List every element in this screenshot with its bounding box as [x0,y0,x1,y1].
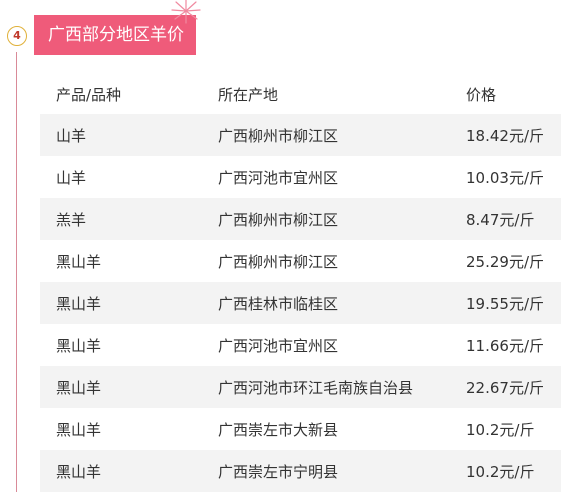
cell-price: 18.42元/斤 [466,126,544,145]
price-table: 产品/品种 所在产地 价格 山羊 广西柳州市柳江区 18.42元/斤 山羊 广西… [40,74,561,492]
table-row: 黑山羊 广西河池市环江毛南族自治县 22.67元/斤 [40,366,561,408]
table-row: 黑山羊 广西桂林市临桂区 19.55元/斤 [40,282,561,324]
cell-origin: 广西桂林市临桂区 [218,294,339,313]
cell-origin: 广西柳州市柳江区 [218,252,339,271]
sparkle-decoration-icon [171,0,201,24]
table-row: 黑山羊 广西柳州市柳江区 25.29元/斤 [40,240,561,282]
header-product: 产品/品种 [56,85,122,104]
cell-product: 山羊 [56,126,87,145]
cell-origin: 广西崇左市宁明县 [218,462,339,481]
cell-product: 黑山羊 [56,252,102,271]
cell-product: 黑山羊 [56,378,102,397]
cell-origin: 广西河池市宜州区 [218,168,339,187]
cell-origin: 广西柳州市柳江区 [218,126,339,145]
table-row: 羔羊 广西柳州市柳江区 8.47元/斤 [40,198,561,240]
cell-price: 8.47元/斤 [466,210,535,229]
cell-origin: 广西崇左市大新县 [218,420,339,439]
header-origin: 所在产地 [218,85,279,104]
cell-price: 22.67元/斤 [466,378,544,397]
cell-product: 黑山羊 [56,294,102,313]
cell-origin: 广西河池市环江毛南族自治县 [218,378,414,397]
cell-price: 19.55元/斤 [466,294,544,313]
header-price: 价格 [466,85,497,104]
step-number-badge: 4 [7,26,27,46]
cell-price: 25.29元/斤 [466,252,544,271]
cell-product: 黑山羊 [56,336,102,355]
cell-origin: 广西柳州市柳江区 [218,210,339,229]
table-row: 山羊 广西柳州市柳江区 18.42元/斤 [40,114,561,156]
cell-price: 10.2元/斤 [466,420,535,439]
timeline-line [16,52,17,492]
cell-origin: 广西河池市宜州区 [218,336,339,355]
cell-product: 黑山羊 [56,462,102,481]
cell-price: 10.2元/斤 [466,462,535,481]
table-row: 黑山羊 广西河池市宜州区 11.66元/斤 [40,324,561,366]
cell-product: 山羊 [56,168,87,187]
table-row: 山羊 广西河池市宜州区 10.03元/斤 [40,156,561,198]
table-row: 黑山羊 广西崇左市宁明县 10.2元/斤 [40,450,561,492]
cell-price: 10.03元/斤 [466,168,544,187]
cell-product: 黑山羊 [56,420,102,439]
cell-price: 11.66元/斤 [466,336,544,355]
table-row: 黑山羊 广西崇左市大新县 10.2元/斤 [40,408,561,450]
cell-product: 羔羊 [56,210,87,229]
table-header-row: 产品/品种 所在产地 价格 [40,74,561,114]
